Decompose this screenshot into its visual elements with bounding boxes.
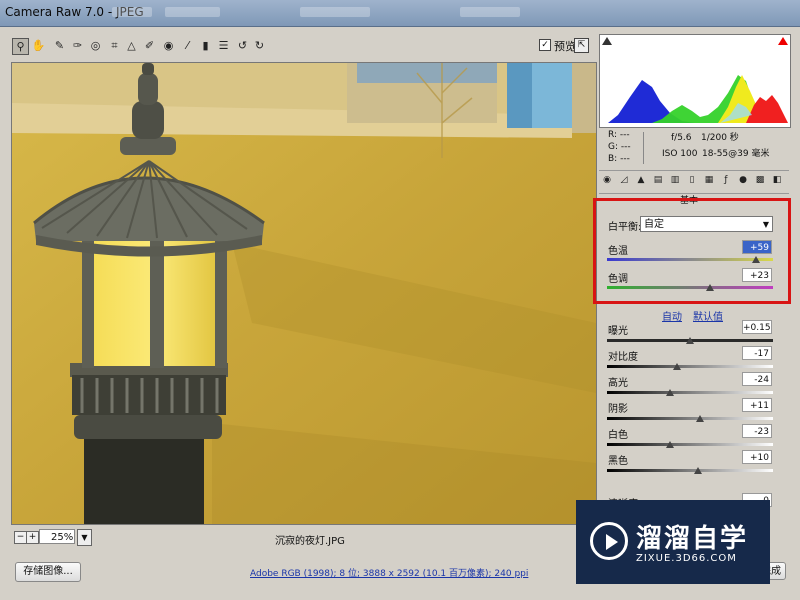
highlight-clipping-icon[interactable] xyxy=(778,37,788,45)
exif-lens: 18-55@39 毫米 xyxy=(702,149,770,159)
blurred-title-area xyxy=(112,7,152,17)
slider-thumb[interactable] xyxy=(672,363,681,370)
slider-track[interactable] xyxy=(607,391,773,394)
chevron-down-icon: ▼ xyxy=(762,220,769,229)
histogram xyxy=(599,34,791,128)
red-eye-icon[interactable]: ◉ xyxy=(161,38,176,53)
auto-link[interactable]: 自动 xyxy=(662,308,682,323)
tone-curve-tab-icon[interactable]: ◿ xyxy=(618,174,630,187)
target-adjust-icon[interactable]: ◎ xyxy=(88,38,103,53)
straighten-icon[interactable]: △ xyxy=(124,38,139,53)
workflow-options-link[interactable]: Adobe RGB (1998); 8 位; 3888 x 2592 (10.1… xyxy=(250,566,528,579)
tint-value[interactable]: +23 xyxy=(742,268,772,282)
info-divider xyxy=(643,132,644,164)
effects-tab-icon[interactable]: ▦ xyxy=(703,174,715,187)
readout-b: B: --- xyxy=(608,154,630,164)
slider-value[interactable]: +11 xyxy=(742,398,772,412)
exif-shutter: 1/200 秒 xyxy=(701,133,739,143)
slider-track[interactable] xyxy=(607,417,773,420)
title-bar: Camera Raw 7.0 - JPEG xyxy=(0,0,800,27)
zoom-bar: − + 25% ▼ 沉寂的夜灯.JPG xyxy=(11,528,595,548)
slider-thumb[interactable] xyxy=(666,389,675,396)
readout-r: R: --- xyxy=(608,130,630,140)
temperature-value[interactable]: +59 xyxy=(742,240,772,254)
toolbar: ⚲ ✋ ✎ ✑ ◎ ⌗ △ ✐ ◉ ⁄ ▮ ☰ ↺ ↻ ✓ 预览 ⇱ xyxy=(8,33,593,59)
slider-label: 曝光 xyxy=(608,326,628,337)
blurred-title-area xyxy=(460,7,520,17)
file-name: 沉寂的夜灯.JPG xyxy=(275,536,345,547)
crop-icon[interactable]: ⌗ xyxy=(107,38,122,53)
white-balance-label: 白平衡: xyxy=(608,222,642,233)
slider-thumb[interactable] xyxy=(686,337,694,344)
slider-value[interactable]: -23 xyxy=(742,424,772,438)
preview-checkbox[interactable]: ✓ xyxy=(539,39,551,51)
detail-tab-icon[interactable]: ▲ xyxy=(635,174,647,187)
preferences-icon[interactable]: ☰ xyxy=(216,38,231,53)
watermark-logo-icon xyxy=(590,522,628,560)
slider-track[interactable] xyxy=(607,469,773,472)
readout-g: G: --- xyxy=(608,142,631,152)
save-image-button[interactable]: 存储图像... xyxy=(15,562,81,582)
slider-value[interactable]: +0.15 xyxy=(742,320,772,334)
exif-aperture: f/5.6 xyxy=(671,133,692,143)
temperature-slider-track[interactable] xyxy=(607,258,773,261)
panel-tabs: ◉ ◿ ▲ ▤ ▥ ▯ ▦ ƒ ● ▩ ◧ xyxy=(599,170,789,194)
spot-removal-icon[interactable]: ✐ xyxy=(142,38,157,53)
temperature-label: 色温 xyxy=(608,246,628,257)
slider-label: 对比度 xyxy=(608,352,638,363)
default-link[interactable]: 默认值 xyxy=(693,308,723,323)
basic-tab-icon[interactable]: ◉ xyxy=(601,174,613,187)
slider-track[interactable] xyxy=(607,443,773,446)
exif-iso: ISO 100 xyxy=(662,149,698,159)
presets-tab-icon[interactable]: ▩ xyxy=(754,174,766,187)
slider-label: 阴影 xyxy=(608,404,628,415)
slider-thumb[interactable] xyxy=(695,415,704,422)
tint-slider-track[interactable] xyxy=(607,286,773,289)
slider-value[interactable]: -17 xyxy=(742,346,772,360)
slider-label: 黑色 xyxy=(608,456,628,467)
color-sampler-icon[interactable]: ✑ xyxy=(70,38,85,53)
white-balance-select[interactable]: 自定 ▼ xyxy=(640,216,773,232)
slider-value[interactable]: -24 xyxy=(742,372,772,386)
slider-label: 白色 xyxy=(608,430,628,441)
graduated-filter-icon[interactable]: ▮ xyxy=(198,38,213,53)
lens-tab-icon[interactable]: ▯ xyxy=(686,174,698,187)
hsl-tab-icon[interactable]: ▤ xyxy=(652,174,664,187)
white-balance-icon[interactable]: ✎ xyxy=(52,38,67,53)
temperature-slider-thumb[interactable] xyxy=(752,256,761,263)
rotate-cw-icon[interactable]: ↻ xyxy=(252,38,267,53)
blurred-title-area xyxy=(300,7,370,17)
white-balance-value: 自定 xyxy=(644,219,664,230)
zoom-in-button[interactable]: + xyxy=(26,531,39,544)
tint-label: 色调 xyxy=(608,274,628,285)
zoom-level-field[interactable]: 25% xyxy=(39,529,75,544)
hand-icon[interactable]: ✋ xyxy=(31,38,46,53)
zoom-icon[interactable]: ⚲ xyxy=(12,38,29,55)
preview-label: 预览 xyxy=(554,40,576,53)
slider-value[interactable]: +10 xyxy=(742,450,772,464)
zoom-dropdown-icon[interactable]: ▼ xyxy=(77,529,92,546)
tint-slider-thumb[interactable] xyxy=(705,284,714,291)
watermark: 溜溜自学 ZIXUE.3D66.COM xyxy=(576,500,770,584)
watermark-url: ZIXUE.3D66.COM xyxy=(636,553,737,564)
watermark-title: 溜溜自学 xyxy=(636,524,749,554)
rotate-ccw-icon[interactable]: ↺ xyxy=(235,38,250,53)
photo-lamp-on-lawn xyxy=(12,63,596,524)
slider-track[interactable] xyxy=(607,365,773,368)
split-toning-tab-icon[interactable]: ▥ xyxy=(669,174,681,187)
snapshots-tab-icon[interactable]: ◧ xyxy=(771,174,783,187)
fullscreen-icon[interactable]: ⇱ xyxy=(574,38,589,53)
slider-thumb[interactable] xyxy=(666,441,675,448)
fx-tab-icon[interactable]: ƒ xyxy=(720,174,732,187)
slider-thumb[interactable] xyxy=(694,467,703,474)
adjustment-brush-icon[interactable]: ⁄ xyxy=(180,38,195,53)
histogram-graph xyxy=(608,75,788,123)
image-info: R: --- G: --- B: --- f/5.6 1/200 秒 ISO 1… xyxy=(599,128,789,168)
blurred-title-area xyxy=(165,7,220,17)
slider-label: 高光 xyxy=(608,378,628,389)
camera-tab-icon[interactable]: ● xyxy=(737,174,749,187)
image-preview[interactable] xyxy=(11,62,597,525)
shadow-clipping-icon[interactable] xyxy=(602,37,612,45)
